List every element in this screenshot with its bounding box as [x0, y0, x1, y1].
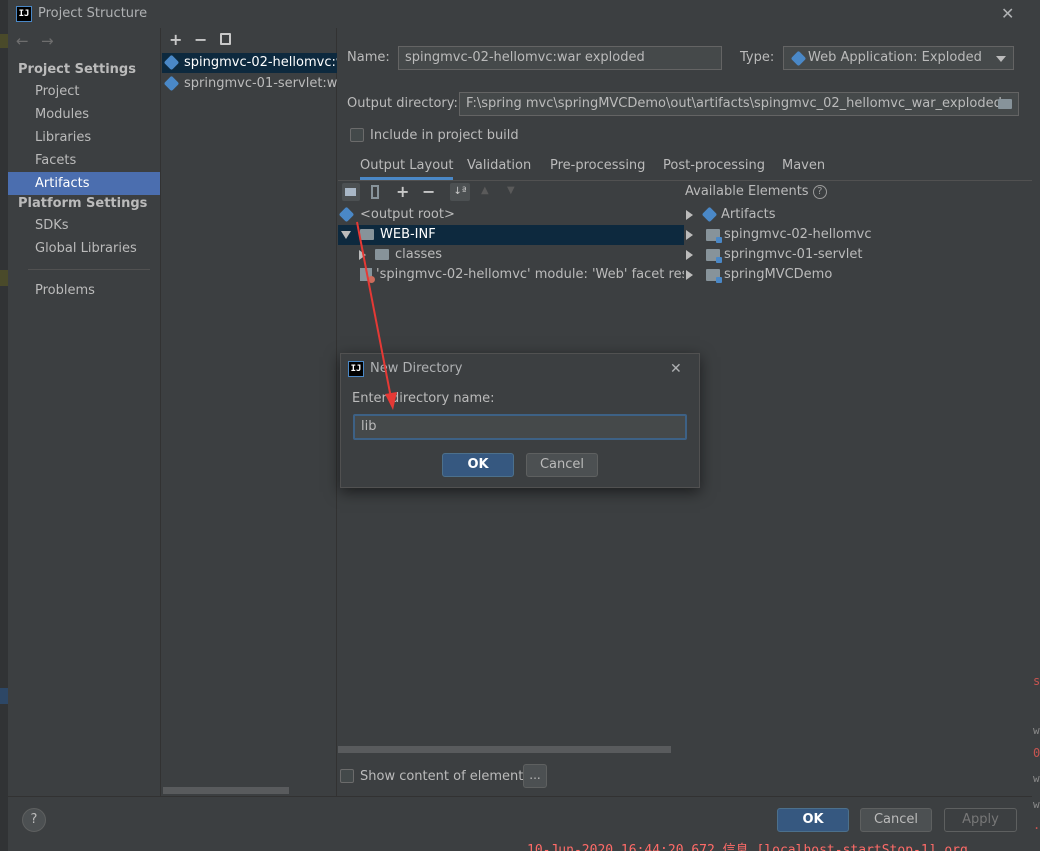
annotation-arrow — [356, 221, 397, 410]
